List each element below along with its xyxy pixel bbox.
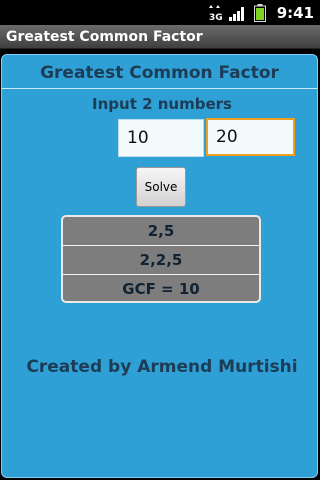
signal-icon [228,5,247,21]
credit-text: Created by Armend Murtishi [26,357,298,377]
status-bar: 3G 9:41 [0,0,320,25]
second-number-input[interactable] [206,118,295,156]
solve-button[interactable]: Solve [136,167,186,207]
data-transfer-icon: 3G [208,3,222,23]
network-label: 3G [209,13,222,23]
gcf-result: GCF = 10 [122,280,200,298]
battery-icon [253,3,266,22]
results-panel: 2,5 2,2,5 GCF = 10 [61,215,261,303]
first-number-input[interactable] [118,119,204,157]
input-prompt: Input 2 numbers [92,95,232,113]
factors-second-number: 2,2,5 [63,246,259,275]
app-title-bar: Greatest Common Factor [0,25,320,49]
main-content: Greatest Common Factor Input 2 numbers S… [1,54,318,478]
status-clock: 9:41 [276,3,314,22]
divider [2,88,317,89]
status-icons: 3G 9:41 [208,0,314,25]
page-title: Greatest Common Factor [40,63,279,83]
factors-first-number: 2,5 [63,217,259,246]
